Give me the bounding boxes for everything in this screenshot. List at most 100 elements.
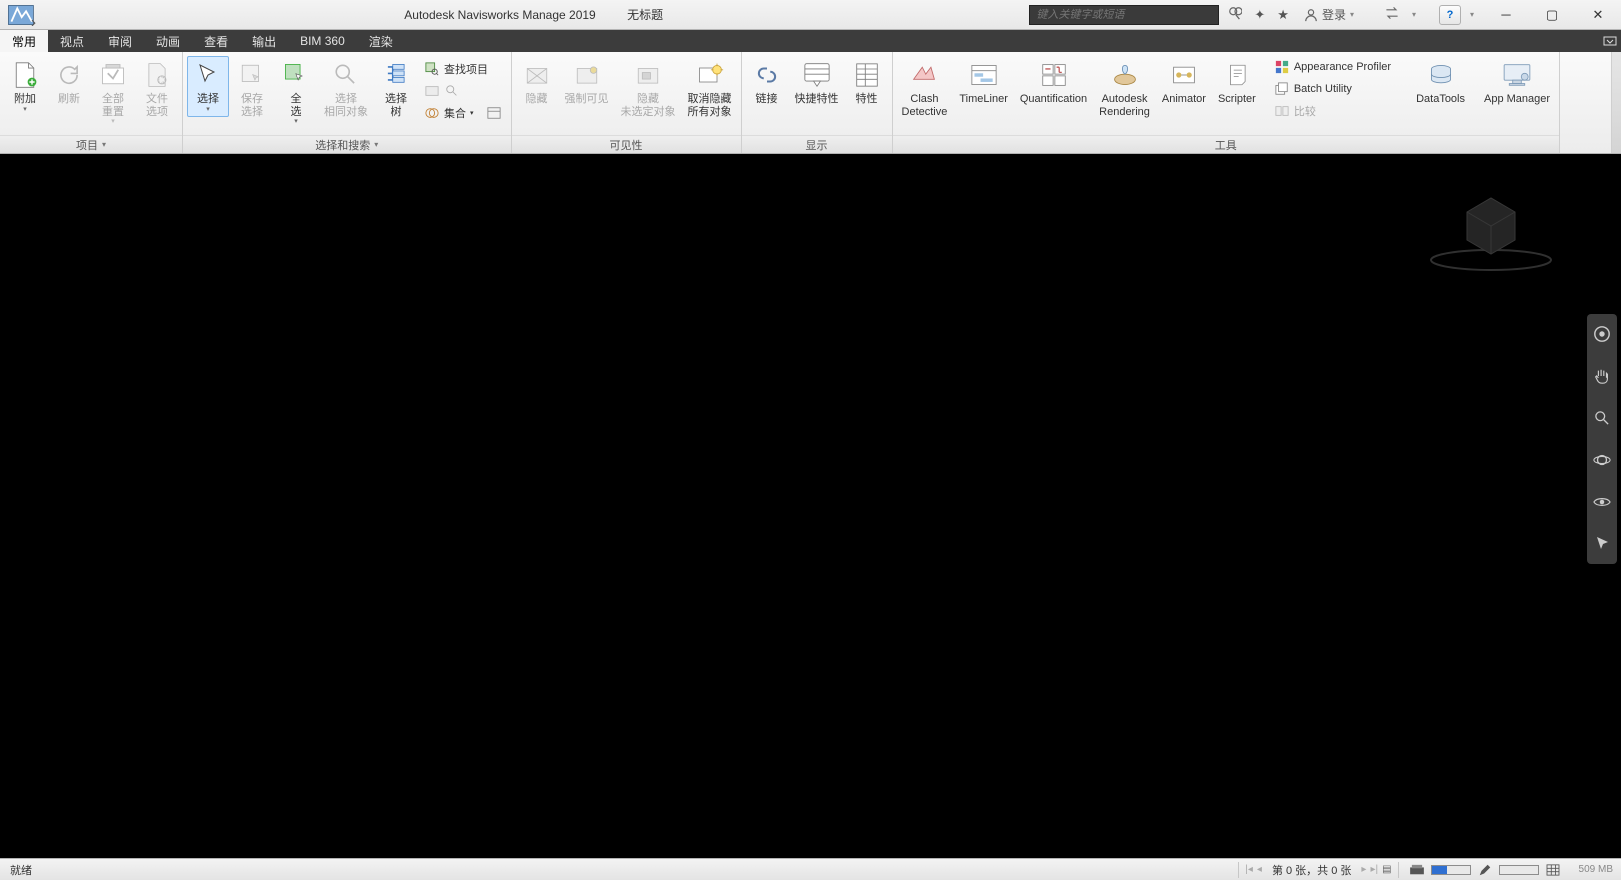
minimize-button[interactable]: ─	[1483, 0, 1529, 30]
login-label: 登录	[1322, 6, 1346, 23]
tab-viewpoint[interactable]: 视点	[48, 30, 96, 52]
grid-icon[interactable]	[1543, 863, 1563, 877]
refresh-button[interactable]: 刷新	[48, 56, 90, 109]
status-dock	[1399, 863, 1571, 877]
ribbon-tabs: 常用 视点 审阅 动画 查看 输出 BIM 360 渲染	[0, 30, 1621, 52]
selection-tree-button[interactable]: 选择 树	[375, 56, 417, 121]
app-manager-icon	[1501, 59, 1533, 91]
key-icon[interactable]: ✦	[1251, 7, 1268, 23]
maximize-button[interactable]: ▢	[1529, 0, 1575, 30]
zoom-icon[interactable]	[1592, 408, 1612, 428]
pager-first-icon[interactable]: |◂	[1245, 864, 1253, 875]
star-icon[interactable]: ★	[1274, 7, 1292, 23]
panel-title-select[interactable]: 选择和搜索▾	[183, 135, 511, 153]
steering-wheel-icon[interactable]	[1592, 324, 1612, 344]
refresh-icon	[53, 59, 85, 91]
view-cube[interactable]	[1421, 194, 1561, 274]
quick-find-button[interactable]	[419, 81, 507, 101]
panel-title-project[interactable]: 项目▾	[0, 135, 182, 153]
search-icon[interactable]	[1225, 6, 1245, 23]
help-chevron-icon[interactable]: ▾	[1467, 10, 1477, 19]
disk-icon[interactable]	[1407, 863, 1427, 877]
look-icon[interactable]	[1592, 492, 1612, 512]
sets-manage-icon[interactable]	[486, 105, 502, 121]
attach-button[interactable]: 附加▾	[4, 56, 46, 117]
pager-browser-icon[interactable]: ▤	[1382, 864, 1391, 875]
tab-animation[interactable]: 动画	[144, 30, 192, 52]
tab-bim360[interactable]: BIM 360	[288, 30, 357, 52]
viewport-3d[interactable]	[0, 154, 1621, 858]
sets-button[interactable]: 集合▾	[419, 103, 507, 123]
timeliner-button[interactable]: TimeLiner	[954, 56, 1013, 109]
scripter-icon	[1221, 59, 1253, 91]
quick-properties-button[interactable]: 快捷特性	[790, 56, 844, 109]
orbit-icon[interactable]	[1592, 450, 1612, 470]
unhide-all-button[interactable]: 取消隐藏 所有对象	[683, 56, 737, 121]
link-icon	[751, 59, 783, 91]
title-bar: Autodesk Navisworks Manage 2019 无标题 ✦ ★ …	[0, 0, 1621, 30]
chevron-down-icon[interactable]: ▾	[1409, 10, 1419, 19]
ribbon-minimize-button[interactable]	[1599, 30, 1621, 52]
quick-find-icon	[424, 83, 440, 99]
panel-title-display: 显示	[742, 135, 892, 153]
appearance-profiler-icon	[1274, 59, 1290, 75]
exchange-icon[interactable]	[1366, 6, 1403, 23]
select-same-button[interactable]: 选择 相同对象	[319, 56, 373, 121]
pager-prev-icon[interactable]: ◂	[1257, 864, 1262, 875]
properties-button[interactable]: 特性	[846, 56, 888, 109]
pager-next-icon[interactable]: ▸	[1361, 864, 1366, 875]
document-add-icon	[9, 59, 41, 91]
select-tool-icon[interactable]	[1592, 534, 1612, 554]
reset-all-button[interactable]: 全部 重置▾	[92, 56, 134, 129]
tab-render[interactable]: 渲染	[357, 30, 405, 52]
require-button[interactable]: 强制可见	[560, 56, 614, 109]
app-manager-button[interactable]: App Manager	[1479, 56, 1555, 109]
hide-button[interactable]: 隐藏	[516, 56, 558, 109]
tab-output[interactable]: 输出	[240, 30, 288, 52]
select-all-button[interactable]: 全 选▾	[275, 56, 317, 129]
find-items-button[interactable]: 查找项目	[419, 59, 507, 79]
pan-icon[interactable]	[1592, 366, 1612, 386]
help-button[interactable]: ?	[1439, 5, 1461, 25]
panel-visibility: 隐藏 强制可见 隐藏 未选定对象 取消隐藏 所有对象 可见性	[512, 52, 742, 153]
animator-icon	[1168, 59, 1200, 91]
file-options-button[interactable]: 文件 选项	[136, 56, 178, 121]
panel-title-tools: 工具	[893, 135, 1560, 153]
close-button[interactable]: ✕	[1575, 0, 1621, 30]
pencil-icon[interactable]	[1475, 863, 1495, 877]
select-button[interactable]: 选择▾	[187, 56, 229, 117]
tree-icon	[380, 59, 412, 91]
compare-icon	[1274, 103, 1290, 119]
panel-select: 选择▾ 保存 选择 全 选▾ 选择 相同对象 选择 树 查找项目	[183, 52, 512, 153]
search-small-icon	[444, 83, 460, 99]
tab-view[interactable]: 查看	[192, 30, 240, 52]
tab-home[interactable]: 常用	[0, 30, 48, 52]
batch-utility-button[interactable]: Batch Utility	[1269, 79, 1396, 99]
search-input[interactable]	[1029, 5, 1219, 25]
tab-review[interactable]: 审阅	[96, 30, 144, 52]
quantification-button[interactable]: Quantification	[1015, 56, 1092, 109]
panel-project: 附加▾ 刷新 全部 重置▾ 文件 选项 项目▾	[0, 52, 183, 153]
batch-icon	[1274, 81, 1290, 97]
save-selection-button[interactable]: 保存 选择	[231, 56, 273, 121]
pager-last-icon[interactable]: ▸|	[1370, 864, 1378, 875]
links-button[interactable]: 链接	[746, 56, 788, 109]
login-button[interactable]: 登录 ▾	[1298, 6, 1360, 23]
scripter-button[interactable]: Scripter	[1213, 56, 1261, 109]
reset-icon	[97, 59, 129, 91]
app-menu-button[interactable]	[0, 0, 44, 30]
ribbon-scroll[interactable]	[1611, 52, 1621, 153]
datatools-button[interactable]: DataTools	[1411, 56, 1470, 109]
panel-tools: Clash Detective TimeLiner Quantification…	[893, 52, 1561, 153]
compare-button[interactable]: 比较	[1269, 101, 1396, 121]
animator-button[interactable]: Animator	[1157, 56, 1211, 109]
autodesk-rendering-button[interactable]: Autodesk Rendering	[1094, 56, 1155, 121]
hide-unselected-button[interactable]: 隐藏 未选定对象	[616, 56, 681, 121]
render-icon	[1109, 59, 1141, 91]
navigation-bar	[1587, 314, 1617, 564]
hide-unselected-icon	[632, 59, 664, 91]
clash-icon	[908, 59, 940, 91]
clash-detective-button[interactable]: Clash Detective	[897, 56, 953, 121]
select-all-icon	[280, 59, 312, 91]
appearance-profiler-button[interactable]: Appearance Profiler	[1269, 57, 1396, 77]
